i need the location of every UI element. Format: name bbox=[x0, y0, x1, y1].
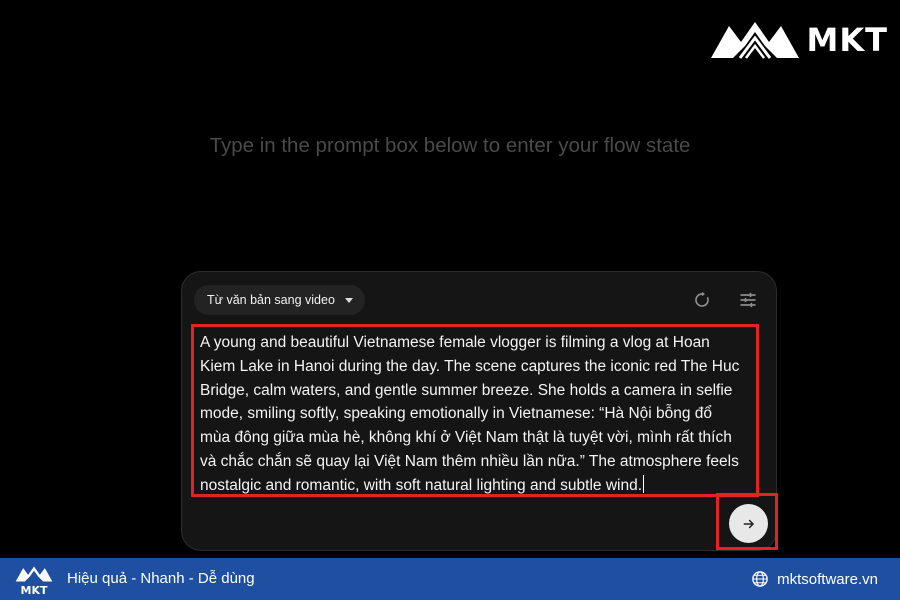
tune-icon bbox=[740, 292, 756, 308]
mkt-logo-icon bbox=[15, 566, 53, 582]
chevron-down-icon bbox=[344, 297, 353, 303]
footer-bar: MKT Hiệu quả - Nhanh - Dễ dùng mktsoftwa… bbox=[0, 558, 900, 600]
prompt-input[interactable]: A young and beautiful Vietnamese female … bbox=[191, 324, 759, 497]
prompt-line: mode, smiling softly, speaking emotional… bbox=[200, 405, 713, 423]
mkt-logo-icon bbox=[710, 22, 799, 59]
footer-tagline: Hiệu quả - Nhanh - Dễ dùng bbox=[67, 570, 255, 587]
globe-icon bbox=[752, 571, 768, 587]
footer-website-link[interactable]: mktsoftware.vn bbox=[751, 570, 878, 588]
refresh-icon bbox=[695, 291, 709, 307]
refresh-button[interactable] bbox=[691, 289, 713, 311]
send-highlight bbox=[716, 493, 778, 550]
brand-logo: MKT bbox=[707, 18, 888, 62]
footer-website-text: mktsoftware.vn bbox=[777, 570, 878, 588]
prompt-card: Từ văn bản sang video A young and beauti… bbox=[181, 271, 778, 551]
settings-button[interactable] bbox=[737, 289, 759, 311]
prompt-line: nostalgic and romantic, with soft natura… bbox=[200, 476, 642, 494]
brand-name: MKT bbox=[806, 21, 888, 59]
prompt-line: mùa đông giữa mùa hè, không khí ở Việt N… bbox=[200, 429, 732, 447]
arrow-right-icon bbox=[743, 519, 754, 528]
hero-text: Type in the prompt box below to enter yo… bbox=[209, 134, 691, 157]
prompt-line: Kiem Lake in Hanoi during the day. The s… bbox=[200, 357, 740, 375]
prompt-line: Bridge, calm waters, and gentle summer b… bbox=[200, 381, 733, 399]
mode-select-label: Từ văn bản sang video bbox=[207, 293, 335, 307]
text-cursor bbox=[643, 474, 644, 493]
send-button[interactable] bbox=[729, 504, 768, 543]
prompt-line: và chắc chắn sẽ quay lại Việt Nam thêm n… bbox=[200, 452, 739, 470]
footer-logo-text: MKT bbox=[20, 584, 48, 597]
footer-logo: MKT bbox=[14, 564, 54, 597]
mode-select[interactable]: Từ văn bản sang video bbox=[194, 285, 365, 315]
prompt-line: A young and beautiful Vietnamese female … bbox=[200, 334, 710, 351]
